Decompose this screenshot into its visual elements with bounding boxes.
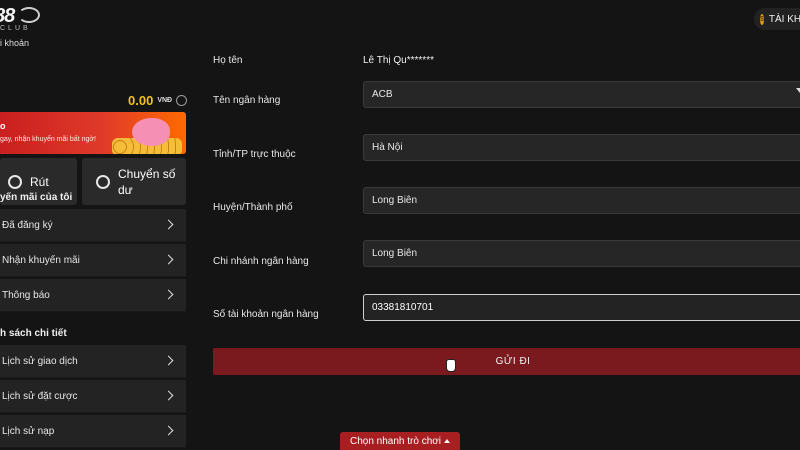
sidebar-item-label: Nhận khuyến mãi bbox=[2, 254, 80, 266]
account-label: TÀI KHOẢN bbox=[768, 13, 800, 25]
sidebar-item-label: Thông báo bbox=[2, 289, 50, 301]
logo-swirl-icon bbox=[18, 7, 40, 23]
sidebar-item-label: Đã đăng ký bbox=[2, 219, 53, 231]
chevron-right-icon bbox=[163, 219, 174, 230]
quick-game-label: Chọn nhanh trò chơi bbox=[349, 435, 442, 447]
site-logo[interactable]: 88 CLUB bbox=[0, 3, 48, 33]
chevron-right-icon bbox=[163, 425, 174, 436]
province-field[interactable]: Hà Nội bbox=[363, 134, 800, 161]
detail-list-heading: h sách chi tiết bbox=[0, 328, 67, 339]
account-button[interactable]: $ TÀI KHOẢN bbox=[754, 8, 800, 30]
withdraw-label: Rút bbox=[30, 174, 49, 189]
withdraw-icon bbox=[8, 174, 22, 189]
top-bar: 88 CLUB $ TÀI KHOẢN bbox=[0, 0, 800, 38]
dropdown-arrow-icon bbox=[796, 88, 800, 93]
submit-button[interactable]: GỬI ĐI bbox=[213, 348, 800, 375]
sidebar-item-transaction-history[interactable]: Lịch sử giao dịch bbox=[0, 345, 186, 378]
sidebar-item-notifications[interactable]: Thông báo bbox=[0, 279, 186, 312]
branch-label: Chi nhánh ngân hàng bbox=[213, 256, 309, 267]
balance-display: 0.00 VNĐ bbox=[128, 93, 188, 108]
sidebar-account-label: i khoản bbox=[0, 38, 30, 48]
balance-currency: VNĐ bbox=[157, 97, 173, 104]
transfer-label: Chuyển số dư bbox=[118, 166, 176, 197]
sidebar-item-registered[interactable]: Đã đăng ký bbox=[0, 209, 186, 242]
promo-banner-text: gay, nhận khuyến mãi bất ngờ! bbox=[0, 136, 96, 143]
account-sidebar: i khoản 0.00 VNĐ o gay, nhận khuyến mãi … bbox=[0, 38, 188, 450]
logo-subtext: CLUB bbox=[0, 25, 31, 32]
refresh-icon[interactable] bbox=[176, 95, 188, 106]
province-label: Tỉnh/TP trực thuộc bbox=[213, 149, 296, 160]
chevron-right-icon bbox=[163, 289, 174, 300]
promo-banner[interactable]: o gay, nhận khuyến mãi bất ngờ! bbox=[0, 112, 186, 154]
district-label: Huyện/Thành phố bbox=[213, 202, 293, 213]
sidebar-item-label: Lịch sử nạp bbox=[2, 425, 55, 437]
quick-game-select-button[interactable]: Chọn nhanh trò chơi bbox=[340, 432, 460, 450]
account-number-label: Số tài khoản ngân hàng bbox=[213, 309, 319, 320]
balance-amount: 0.00 bbox=[128, 93, 154, 108]
sidebar-item-deposit-history[interactable]: Lịch sử nạp bbox=[0, 415, 186, 448]
chevron-right-icon bbox=[163, 390, 174, 401]
chevron-right-icon bbox=[163, 355, 174, 366]
sidebar-item-claim-promo[interactable]: Nhận khuyến mãi bbox=[0, 244, 186, 277]
bank-name-label: Tên ngân hàng bbox=[213, 95, 281, 106]
bank-info-form: Họ tên Lê Thị Qu******* Tên ngân hàng AC… bbox=[199, 38, 800, 450]
piggy-bank-icon bbox=[132, 118, 170, 146]
full-name-label: Họ tên bbox=[213, 55, 243, 66]
branch-field[interactable]: Long Biên bbox=[363, 240, 800, 267]
full-name-value: Lê Thị Qu******* bbox=[363, 55, 434, 66]
transfer-icon bbox=[96, 174, 110, 189]
transfer-balance-button[interactable]: Chuyển số dư bbox=[82, 158, 186, 205]
account-number-input[interactable] bbox=[363, 294, 800, 321]
bank-name-select[interactable]: ACB bbox=[363, 81, 800, 108]
coin-icon: $ bbox=[760, 13, 764, 25]
chevron-right-icon bbox=[163, 254, 174, 265]
sidebar-item-label: Lịch sử giao dịch bbox=[2, 355, 78, 367]
caret-up-icon bbox=[444, 439, 451, 443]
my-promotions-heading: yến mãi của tôi bbox=[0, 192, 73, 203]
mouse-cursor-icon bbox=[447, 360, 455, 371]
sidebar-item-label: Lịch sử đặt cược bbox=[2, 390, 78, 402]
promo-banner-title: o bbox=[0, 121, 6, 131]
sidebar-item-bet-history[interactable]: Lịch sử đặt cược bbox=[0, 380, 186, 413]
district-field[interactable]: Long Biên bbox=[363, 187, 800, 214]
